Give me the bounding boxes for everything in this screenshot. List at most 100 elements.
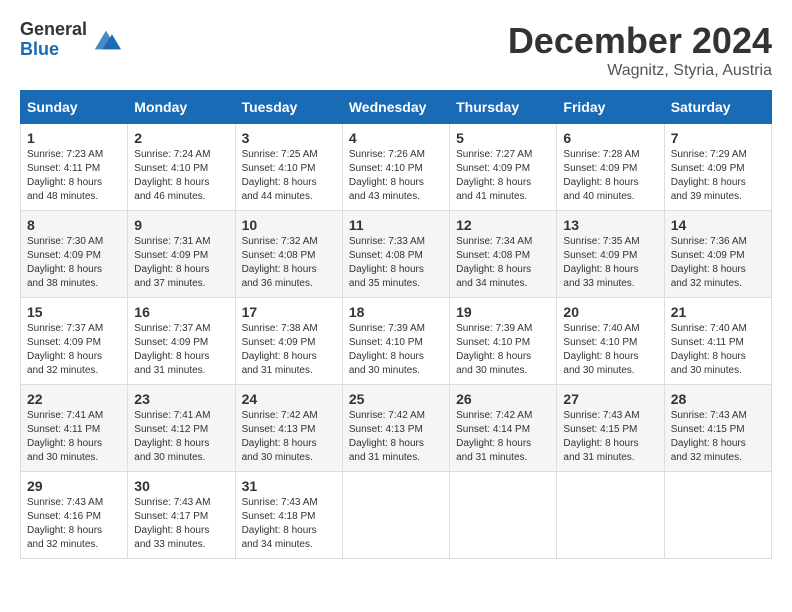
day-number: 20 — [563, 304, 657, 320]
header-sunday: Sunday — [21, 91, 128, 124]
day-info: Sunrise: 7:25 AM Sunset: 4:10 PM Dayligh… — [242, 148, 336, 204]
day-info: Sunrise: 7:43 AM Sunset: 4:15 PM Dayligh… — [563, 409, 657, 465]
day-number: 16 — [134, 304, 228, 320]
day-cell-29: 29 Sunrise: 7:43 AM Sunset: 4:16 PM Dayl… — [21, 472, 128, 559]
day-info: Sunrise: 7:42 AM Sunset: 4:13 PM Dayligh… — [242, 409, 336, 465]
calendar-week-row: 29 Sunrise: 7:43 AM Sunset: 4:16 PM Dayl… — [21, 472, 772, 559]
day-info: Sunrise: 7:37 AM Sunset: 4:09 PM Dayligh… — [27, 322, 121, 378]
day-info: Sunrise: 7:42 AM Sunset: 4:14 PM Dayligh… — [456, 409, 550, 465]
day-number: 12 — [456, 217, 550, 233]
calendar-week-row: 15 Sunrise: 7:37 AM Sunset: 4:09 PM Dayl… — [21, 298, 772, 385]
day-info: Sunrise: 7:43 AM Sunset: 4:16 PM Dayligh… — [27, 496, 121, 552]
day-cell-4: 4 Sunrise: 7:26 AM Sunset: 4:10 PM Dayli… — [342, 124, 449, 211]
day-cell-26: 26 Sunrise: 7:42 AM Sunset: 4:14 PM Dayl… — [450, 385, 557, 472]
weekday-row: Sunday Monday Tuesday Wednesday Thursday… — [21, 91, 772, 124]
header-thursday: Thursday — [450, 91, 557, 124]
empty-cell — [450, 472, 557, 559]
day-info: Sunrise: 7:34 AM Sunset: 4:08 PM Dayligh… — [456, 235, 550, 291]
day-info: Sunrise: 7:33 AM Sunset: 4:08 PM Dayligh… — [349, 235, 443, 291]
day-number: 28 — [671, 391, 765, 407]
day-cell-28: 28 Sunrise: 7:43 AM Sunset: 4:15 PM Dayl… — [664, 385, 771, 472]
day-info: Sunrise: 7:38 AM Sunset: 4:09 PM Dayligh… — [242, 322, 336, 378]
day-cell-10: 10 Sunrise: 7:32 AM Sunset: 4:08 PM Dayl… — [235, 211, 342, 298]
day-number: 24 — [242, 391, 336, 407]
day-number: 22 — [27, 391, 121, 407]
day-info: Sunrise: 7:41 AM Sunset: 4:11 PM Dayligh… — [27, 409, 121, 465]
calendar-week-row: 8 Sunrise: 7:30 AM Sunset: 4:09 PM Dayli… — [21, 211, 772, 298]
day-cell-21: 21 Sunrise: 7:40 AM Sunset: 4:11 PM Dayl… — [664, 298, 771, 385]
day-cell-19: 19 Sunrise: 7:39 AM Sunset: 4:10 PM Dayl… — [450, 298, 557, 385]
day-cell-12: 12 Sunrise: 7:34 AM Sunset: 4:08 PM Dayl… — [450, 211, 557, 298]
day-number: 5 — [456, 130, 550, 146]
empty-cell — [342, 472, 449, 559]
day-cell-27: 27 Sunrise: 7:43 AM Sunset: 4:15 PM Dayl… — [557, 385, 664, 472]
day-info: Sunrise: 7:32 AM Sunset: 4:08 PM Dayligh… — [242, 235, 336, 291]
header-friday: Friday — [557, 91, 664, 124]
day-number: 2 — [134, 130, 228, 146]
location: Wagnitz, Styria, Austria — [508, 62, 772, 80]
day-cell-25: 25 Sunrise: 7:42 AM Sunset: 4:13 PM Dayl… — [342, 385, 449, 472]
day-number: 9 — [134, 217, 228, 233]
day-info: Sunrise: 7:43 AM Sunset: 4:15 PM Dayligh… — [671, 409, 765, 465]
header-monday: Monday — [128, 91, 235, 124]
day-info: Sunrise: 7:41 AM Sunset: 4:12 PM Dayligh… — [134, 409, 228, 465]
day-number: 11 — [349, 217, 443, 233]
day-number: 13 — [563, 217, 657, 233]
day-number: 6 — [563, 130, 657, 146]
day-cell-3: 3 Sunrise: 7:25 AM Sunset: 4:10 PM Dayli… — [235, 124, 342, 211]
day-info: Sunrise: 7:30 AM Sunset: 4:09 PM Dayligh… — [27, 235, 121, 291]
day-number: 15 — [27, 304, 121, 320]
day-info: Sunrise: 7:42 AM Sunset: 4:13 PM Dayligh… — [349, 409, 443, 465]
day-cell-16: 16 Sunrise: 7:37 AM Sunset: 4:09 PM Dayl… — [128, 298, 235, 385]
day-info: Sunrise: 7:26 AM Sunset: 4:10 PM Dayligh… — [349, 148, 443, 204]
day-info: Sunrise: 7:23 AM Sunset: 4:11 PM Dayligh… — [27, 148, 121, 204]
day-cell-30: 30 Sunrise: 7:43 AM Sunset: 4:17 PM Dayl… — [128, 472, 235, 559]
month-title: December 2024 — [508, 20, 772, 62]
day-cell-22: 22 Sunrise: 7:41 AM Sunset: 4:11 PM Dayl… — [21, 385, 128, 472]
header-wednesday: Wednesday — [342, 91, 449, 124]
day-cell-11: 11 Sunrise: 7:33 AM Sunset: 4:08 PM Dayl… — [342, 211, 449, 298]
day-cell-20: 20 Sunrise: 7:40 AM Sunset: 4:10 PM Dayl… — [557, 298, 664, 385]
day-number: 14 — [671, 217, 765, 233]
calendar-week-row: 22 Sunrise: 7:41 AM Sunset: 4:11 PM Dayl… — [21, 385, 772, 472]
day-info: Sunrise: 7:35 AM Sunset: 4:09 PM Dayligh… — [563, 235, 657, 291]
day-number: 4 — [349, 130, 443, 146]
day-info: Sunrise: 7:40 AM Sunset: 4:11 PM Dayligh… — [671, 322, 765, 378]
day-number: 21 — [671, 304, 765, 320]
day-cell-24: 24 Sunrise: 7:42 AM Sunset: 4:13 PM Dayl… — [235, 385, 342, 472]
day-number: 3 — [242, 130, 336, 146]
day-cell-7: 7 Sunrise: 7:29 AM Sunset: 4:09 PM Dayli… — [664, 124, 771, 211]
day-number: 26 — [456, 391, 550, 407]
day-number: 23 — [134, 391, 228, 407]
header-saturday: Saturday — [664, 91, 771, 124]
day-number: 31 — [242, 478, 336, 494]
day-number: 19 — [456, 304, 550, 320]
day-cell-13: 13 Sunrise: 7:35 AM Sunset: 4:09 PM Dayl… — [557, 211, 664, 298]
day-cell-23: 23 Sunrise: 7:41 AM Sunset: 4:12 PM Dayl… — [128, 385, 235, 472]
page-header: General Blue December 2024 Wagnitz, Styr… — [20, 20, 772, 80]
day-info: Sunrise: 7:29 AM Sunset: 4:09 PM Dayligh… — [671, 148, 765, 204]
day-cell-17: 17 Sunrise: 7:38 AM Sunset: 4:09 PM Dayl… — [235, 298, 342, 385]
day-number: 8 — [27, 217, 121, 233]
day-number: 7 — [671, 130, 765, 146]
day-cell-31: 31 Sunrise: 7:43 AM Sunset: 4:18 PM Dayl… — [235, 472, 342, 559]
day-number: 1 — [27, 130, 121, 146]
day-number: 25 — [349, 391, 443, 407]
day-number: 27 — [563, 391, 657, 407]
day-cell-14: 14 Sunrise: 7:36 AM Sunset: 4:09 PM Dayl… — [664, 211, 771, 298]
day-info: Sunrise: 7:27 AM Sunset: 4:09 PM Dayligh… — [456, 148, 550, 204]
day-number: 29 — [27, 478, 121, 494]
empty-cell — [557, 472, 664, 559]
day-number: 30 — [134, 478, 228, 494]
empty-cell — [664, 472, 771, 559]
day-cell-15: 15 Sunrise: 7:37 AM Sunset: 4:09 PM Dayl… — [21, 298, 128, 385]
day-info: Sunrise: 7:39 AM Sunset: 4:10 PM Dayligh… — [456, 322, 550, 378]
day-cell-18: 18 Sunrise: 7:39 AM Sunset: 4:10 PM Dayl… — [342, 298, 449, 385]
day-cell-1: 1 Sunrise: 7:23 AM Sunset: 4:11 PM Dayli… — [21, 124, 128, 211]
day-info: Sunrise: 7:31 AM Sunset: 4:09 PM Dayligh… — [134, 235, 228, 291]
day-info: Sunrise: 7:43 AM Sunset: 4:18 PM Dayligh… — [242, 496, 336, 552]
day-number: 17 — [242, 304, 336, 320]
logo-icon — [91, 25, 121, 55]
day-info: Sunrise: 7:36 AM Sunset: 4:09 PM Dayligh… — [671, 235, 765, 291]
day-cell-9: 9 Sunrise: 7:31 AM Sunset: 4:09 PM Dayli… — [128, 211, 235, 298]
